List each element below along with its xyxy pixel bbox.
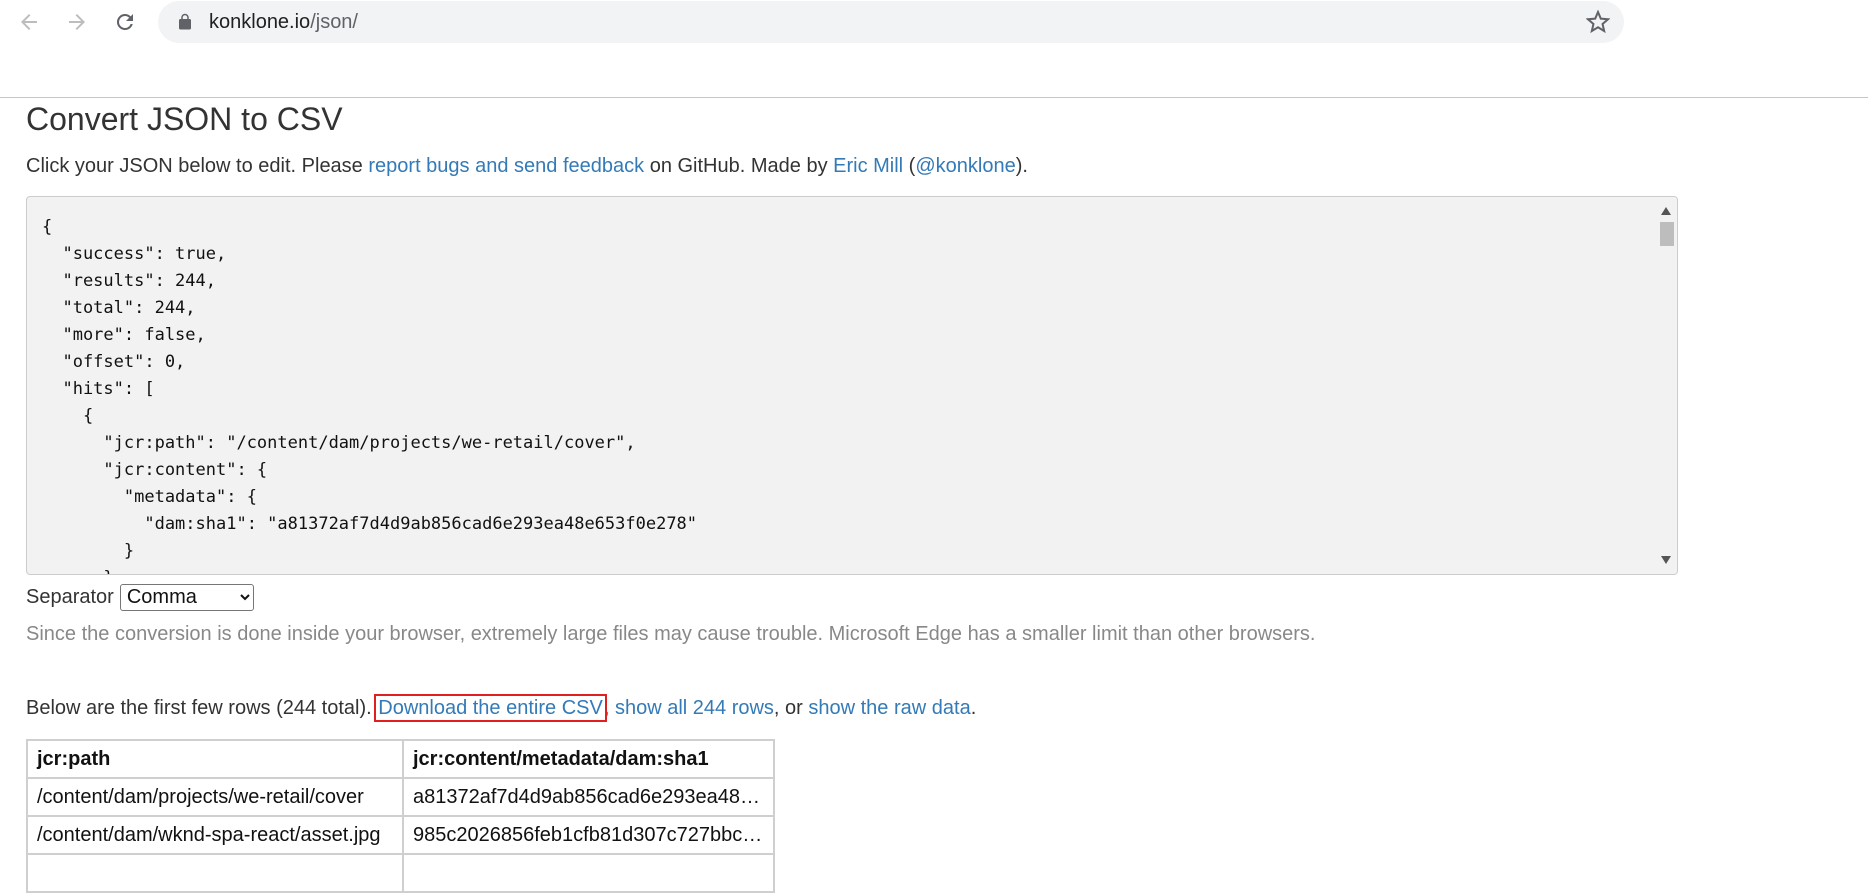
arrow-left-icon — [21, 14, 37, 30]
rows-summary-comma: , — [603, 697, 615, 719]
page-title: Convert JSON to CSV — [26, 101, 343, 137]
rows-summary-or: , or — [773, 697, 809, 719]
back-button[interactable] — [15, 8, 43, 36]
intro-suffix: ). — [1015, 155, 1028, 177]
rows-summary: Below are the first few rows (244 total)… — [26, 694, 977, 722]
scroll-down-icon[interactable] — [1661, 556, 1671, 564]
author-link[interactable]: Eric Mill — [833, 155, 903, 177]
table-cell: /content/dam/wknd-spa-react/asset.jpg — [26, 815, 404, 855]
table-header-row: jcr:path jcr:content/metadata/dam:sha1 — [26, 739, 775, 779]
arrow-right-icon — [69, 14, 85, 30]
report-bugs-link[interactable]: report bugs and send feedback — [368, 155, 644, 177]
separator-row: Separator Comma — [26, 583, 254, 611]
lock-icon — [179, 13, 191, 30]
intro-text: Click your JSON below to edit. Please re… — [26, 153, 1028, 179]
intro-paren: ( — [903, 155, 916, 177]
download-csv-link[interactable]: Download the entire CSV — [374, 694, 607, 722]
table-row: /content/dam/wknd-spa-react/asset.jpg 98… — [26, 815, 775, 855]
table-cell — [402, 853, 775, 893]
table-row: /content/dam/projects/we-retail/cover a8… — [26, 777, 775, 817]
editor-scrollbar[interactable] — [1655, 197, 1677, 574]
table-header-cell: jcr:path — [26, 739, 404, 779]
browser-toolbar: konklone.io/json/ — [0, 0, 1868, 98]
show-raw-data-link[interactable]: show the raw data — [808, 697, 970, 719]
intro-middle: on GitHub. Made by — [644, 155, 834, 177]
table-cell — [26, 853, 404, 893]
rows-summary-end: . — [970, 697, 977, 719]
csv-preview-table: jcr:path jcr:content/metadata/dam:sha1 /… — [26, 739, 775, 893]
scroll-up-icon[interactable] — [1661, 207, 1671, 215]
handle-link[interactable]: @konklone — [915, 155, 1015, 177]
table-header-cell: jcr:content/metadata/dam:sha1 — [402, 739, 775, 779]
forward-button[interactable] — [63, 8, 91, 36]
rows-summary-prefix: Below are the first few rows (244 total)… — [26, 697, 378, 719]
separator-select[interactable]: Comma — [119, 583, 254, 611]
size-warning-note: Since the conversion is done inside your… — [26, 623, 1316, 645]
scroll-thumb[interactable] — [1660, 222, 1674, 246]
separator-label: Separator — [26, 586, 114, 608]
table-row — [26, 853, 775, 893]
url-host: konklone.io — [209, 11, 311, 33]
intro-prefix: Click your JSON below to edit. Please — [26, 155, 369, 177]
url-path: /json/ — [310, 11, 358, 33]
table-cell: 985c2026856feb1cfb81d307c727bbc… — [402, 815, 775, 855]
json-editor-text[interactable]: { "success": true, "results": 244, "tota… — [42, 214, 697, 574]
address-bar[interactable]: konklone.io/json/ — [158, 1, 1624, 43]
reload-icon — [116, 13, 133, 30]
json-editor[interactable]: { "success": true, "results": 244, "tota… — [26, 196, 1678, 575]
show-all-rows-link[interactable]: show all 244 rows — [615, 697, 774, 719]
reload-button[interactable] — [111, 8, 139, 36]
url-text: konklone.io/json/ — [209, 11, 358, 34]
table-cell: a81372af7d4d9ab856cad6e293ea48… — [402, 777, 775, 817]
table-cell: /content/dam/projects/we-retail/cover — [26, 777, 404, 817]
bookmark-star-icon[interactable] — [1586, 10, 1610, 34]
